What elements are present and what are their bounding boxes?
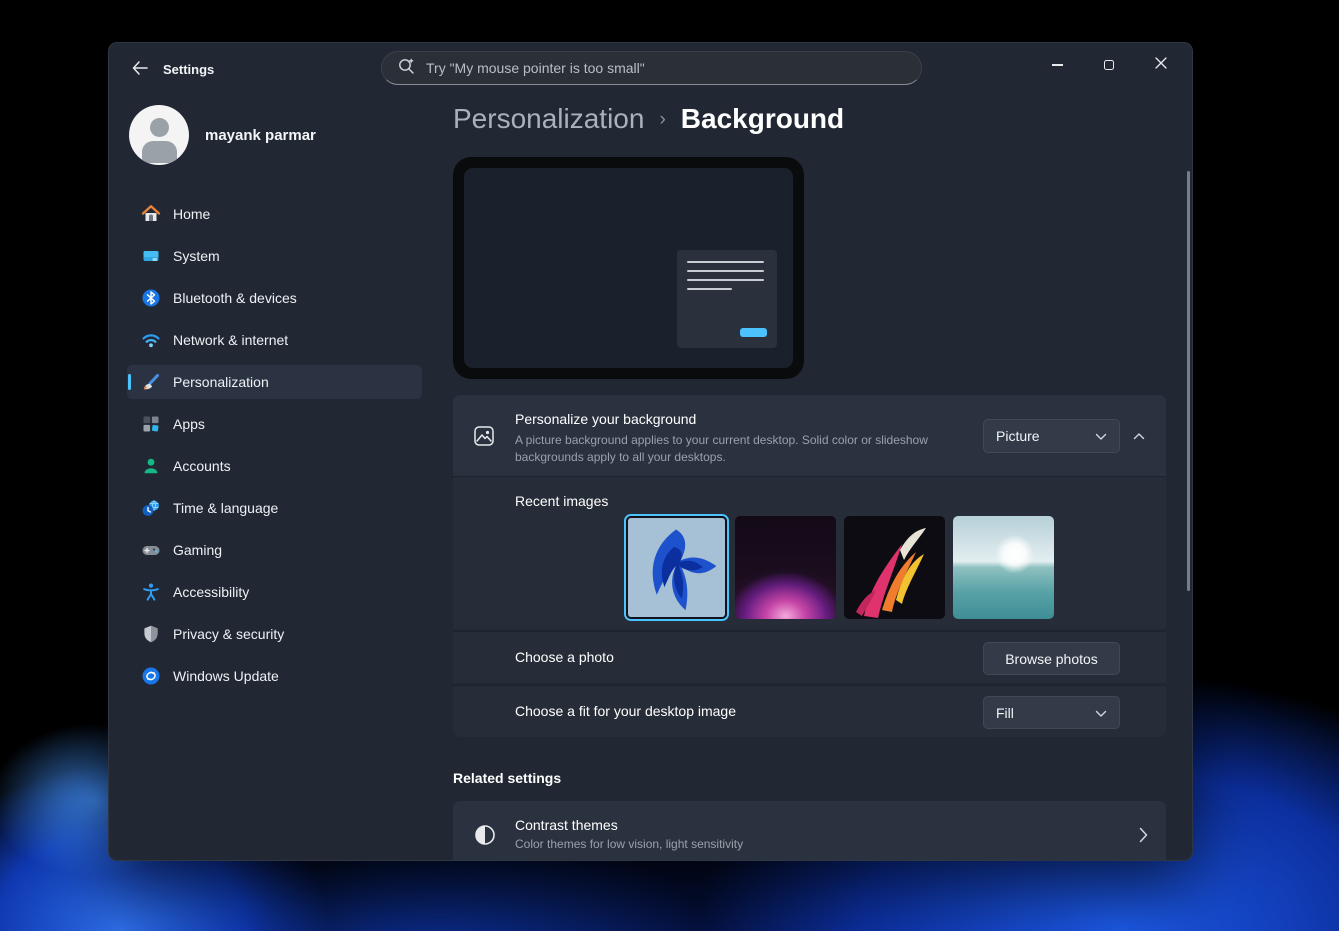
sidebar-item-label: Time & language bbox=[173, 500, 278, 516]
minimize-button[interactable] bbox=[1036, 49, 1078, 81]
sidebar-item-label: Bluetooth & devices bbox=[173, 290, 297, 306]
preview-accent-button bbox=[740, 328, 767, 337]
bluetooth-icon bbox=[141, 288, 161, 308]
back-arrow-icon bbox=[131, 60, 149, 81]
sidebar-item-label: Personalization bbox=[173, 374, 269, 390]
sidebar-item-label: Home bbox=[173, 206, 210, 222]
sidebar-item-accessibility[interactable]: Accessibility bbox=[127, 575, 422, 609]
search-input[interactable] bbox=[426, 60, 907, 76]
page-title: Background bbox=[681, 103, 844, 135]
accessibility-icon bbox=[141, 582, 161, 602]
sidebar-item-label: Windows Update bbox=[173, 668, 279, 684]
maximize-icon bbox=[1104, 60, 1114, 70]
recent-images-list bbox=[626, 516, 1054, 619]
search-box[interactable] bbox=[381, 51, 922, 85]
sidebar-item-label: Privacy & security bbox=[173, 626, 284, 642]
background-type-dropdown[interactable]: Picture bbox=[983, 419, 1120, 453]
chevron-down-icon bbox=[1095, 705, 1107, 721]
minimize-icon bbox=[1052, 64, 1063, 66]
search-sparkle-icon bbox=[396, 56, 416, 81]
sidebar-item-label: Accessibility bbox=[173, 584, 249, 600]
choose-fit-row: Choose a fit for your desktop image Fill bbox=[453, 685, 1166, 737]
breadcrumb-parent[interactable]: Personalization bbox=[453, 103, 644, 135]
breadcrumb-separator-icon: › bbox=[659, 109, 665, 131]
apps-icon bbox=[141, 414, 161, 434]
choose-photo-label: Choose a photo bbox=[515, 649, 614, 665]
sidebar-item-time-language[interactable]: Time & language bbox=[127, 491, 422, 525]
related-settings-heading: Related settings bbox=[453, 770, 561, 786]
expander-collapse-button[interactable] bbox=[1126, 423, 1152, 449]
wallpaper-thumbnail-purple-glow[interactable] bbox=[735, 516, 836, 619]
chevron-right-icon bbox=[1139, 827, 1148, 848]
home-icon bbox=[141, 204, 161, 224]
gaming-icon bbox=[141, 540, 161, 560]
fit-value: Fill bbox=[996, 705, 1014, 721]
contrast-circle-icon bbox=[473, 823, 497, 852]
sidebar-item-label: Network & internet bbox=[173, 332, 288, 348]
close-icon bbox=[1155, 56, 1167, 74]
fit-dropdown[interactable]: Fill bbox=[983, 696, 1120, 729]
sidebar-item-label: Apps bbox=[173, 416, 205, 432]
wallpaper-thumbnail-beach[interactable] bbox=[953, 516, 1054, 619]
sidebar-item-network[interactable]: Network & internet bbox=[127, 323, 422, 357]
browse-photos-button[interactable]: Browse photos bbox=[983, 642, 1120, 675]
wallpaper-thumbnail-ribbons[interactable] bbox=[844, 516, 945, 619]
sidebar-item-label: Gaming bbox=[173, 542, 222, 558]
wallpaper-thumbnail-bloom[interactable] bbox=[626, 516, 727, 619]
sidebar-item-label: System bbox=[173, 248, 220, 264]
personalize-background-expander[interactable]: Personalize your background A picture ba… bbox=[453, 395, 1166, 476]
chevron-down-icon bbox=[1095, 428, 1107, 444]
sidebar-item-privacy[interactable]: Privacy & security bbox=[127, 617, 422, 651]
picture-icon bbox=[472, 424, 496, 453]
privacy-icon bbox=[141, 624, 161, 644]
user-profile[interactable]: mayank parmar bbox=[129, 103, 429, 167]
network-icon bbox=[141, 330, 161, 350]
system-icon bbox=[141, 246, 161, 266]
sidebar-item-gaming[interactable]: Gaming bbox=[127, 533, 422, 567]
settings-window: Settings mayank parmar Home bbox=[108, 42, 1193, 861]
contrast-themes-title: Contrast themes bbox=[515, 817, 618, 833]
setting-title: Personalize your background bbox=[515, 411, 696, 427]
sidebar-item-system[interactable]: System bbox=[127, 239, 422, 273]
sidebar-item-apps[interactable]: Apps bbox=[127, 407, 422, 441]
sidebar-item-label: Accounts bbox=[173, 458, 231, 474]
browse-photos-label: Browse photos bbox=[1005, 651, 1098, 667]
chevron-up-icon bbox=[1133, 427, 1145, 445]
personalization-icon bbox=[141, 372, 161, 392]
vertical-scrollbar[interactable] bbox=[1187, 171, 1190, 591]
recent-images-label: Recent images bbox=[515, 493, 608, 509]
sidebar-item-personalization[interactable]: Personalization bbox=[127, 365, 422, 399]
back-button[interactable] bbox=[123, 55, 157, 85]
choose-photo-row: Choose a photo Browse photos bbox=[453, 631, 1166, 683]
background-preview-monitor bbox=[453, 157, 804, 379]
accounts-icon bbox=[141, 456, 161, 476]
maximize-button[interactable] bbox=[1088, 49, 1130, 81]
sidebar-item-bluetooth[interactable]: Bluetooth & devices bbox=[127, 281, 422, 315]
time-language-icon bbox=[141, 498, 161, 518]
windows-update-icon bbox=[141, 666, 161, 686]
app-title: Settings bbox=[163, 62, 214, 77]
sidebar-nav: Home System Bluetooth & devices Network … bbox=[127, 197, 422, 701]
sidebar-item-windows-update[interactable]: Windows Update bbox=[127, 659, 422, 693]
preview-screen bbox=[464, 168, 793, 368]
close-button[interactable] bbox=[1140, 49, 1182, 81]
setting-description: A picture background applies to your cur… bbox=[515, 432, 973, 466]
sidebar-item-home[interactable]: Home bbox=[127, 197, 422, 231]
preview-window-card bbox=[677, 250, 777, 348]
user-name: mayank parmar bbox=[205, 127, 316, 144]
breadcrumb: Personalization › Background bbox=[453, 103, 844, 135]
choose-fit-label: Choose a fit for your desktop image bbox=[515, 703, 736, 719]
sidebar-item-accounts[interactable]: Accounts bbox=[127, 449, 422, 483]
background-type-value: Picture bbox=[996, 428, 1040, 444]
recent-images-row: Recent images bbox=[453, 476, 1166, 629]
contrast-themes-description: Color themes for low vision, light sensi… bbox=[515, 837, 743, 851]
avatar bbox=[129, 105, 189, 165]
contrast-themes-card[interactable]: Contrast themes Color themes for low vis… bbox=[453, 801, 1166, 861]
